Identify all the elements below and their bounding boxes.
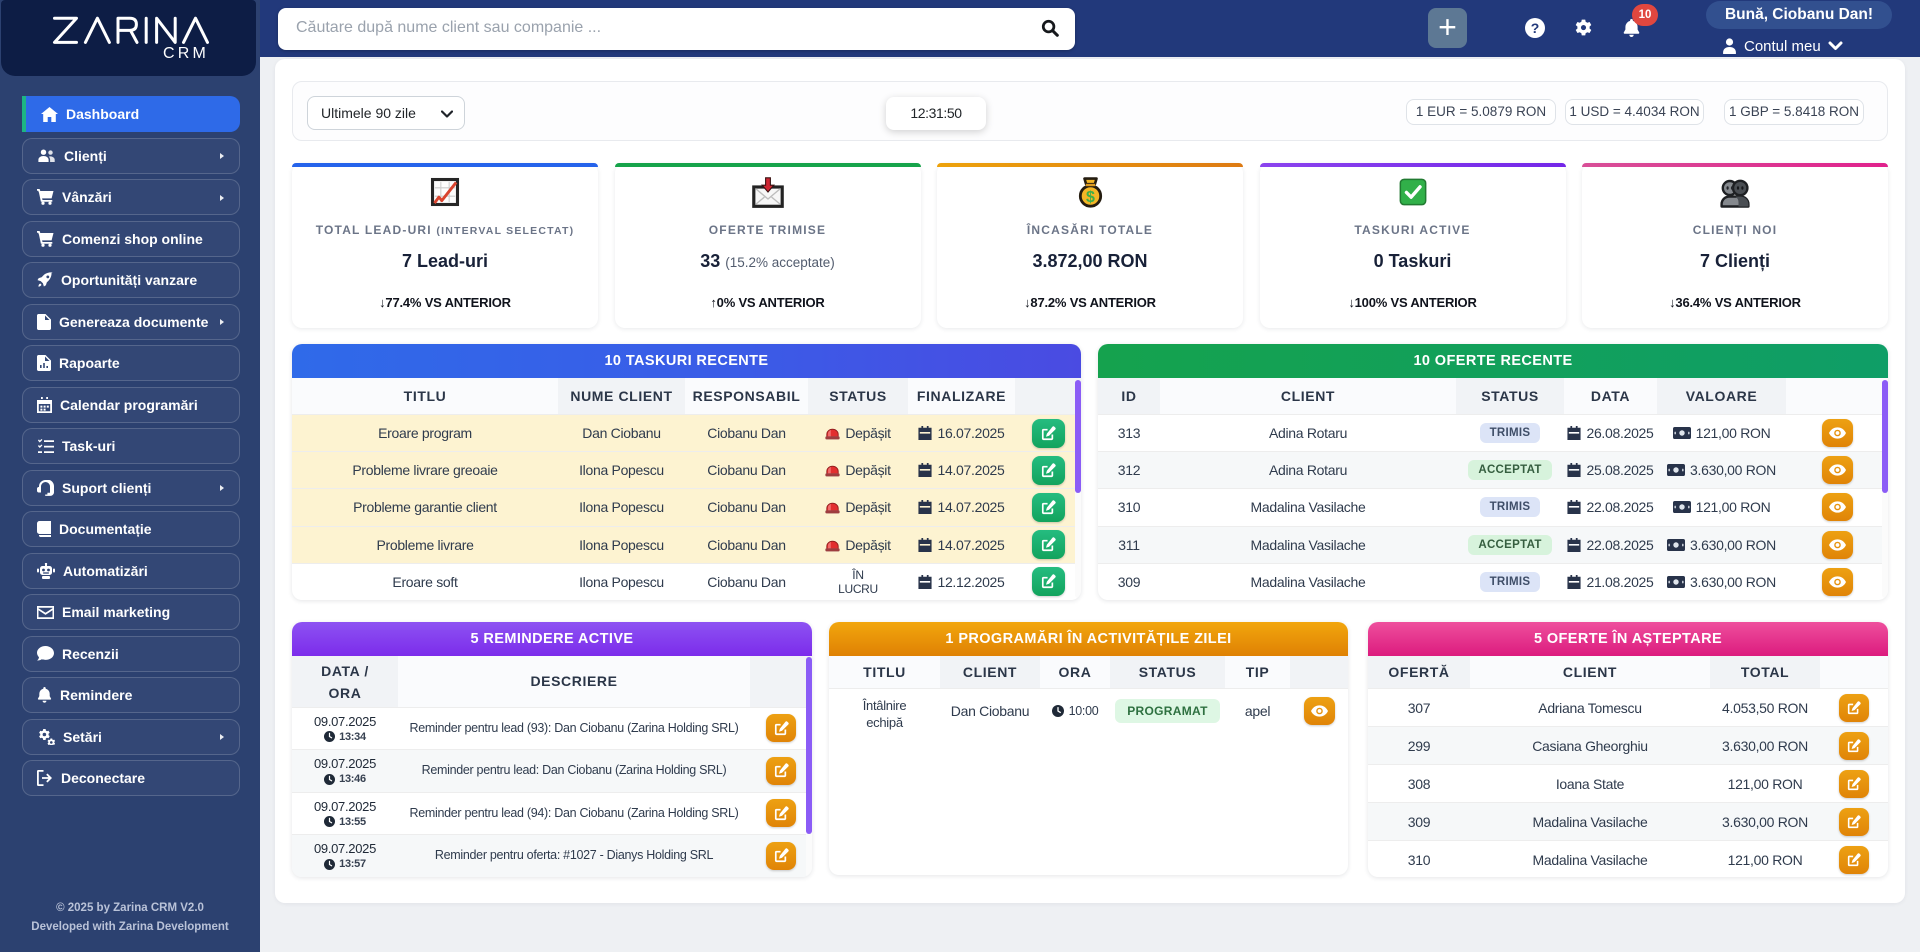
svg-text:$: $ (1086, 189, 1095, 206)
svg-text:CRM: CRM (163, 45, 209, 62)
